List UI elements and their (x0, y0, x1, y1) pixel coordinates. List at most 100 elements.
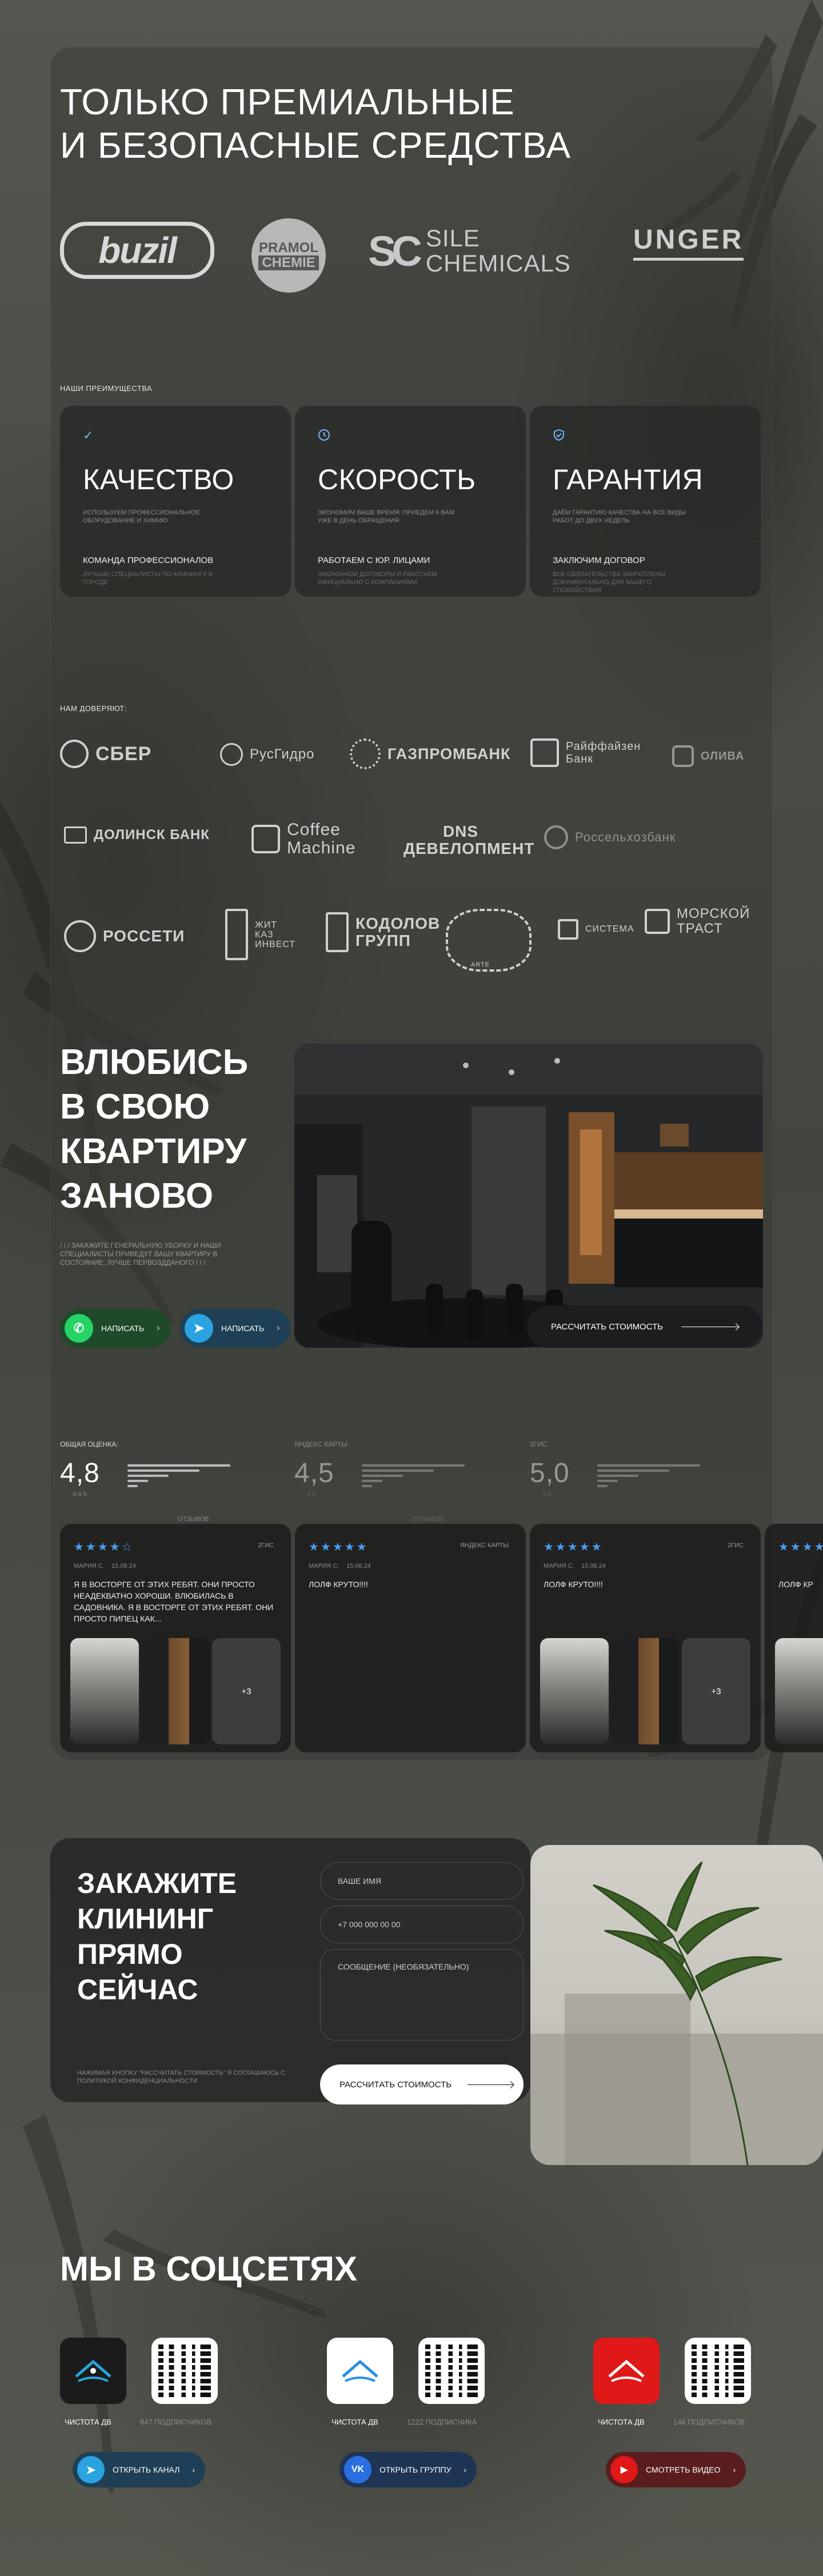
advantage-desc: Даём гарантию качества на все виды работ… (553, 509, 686, 524)
telegram-icon: ➤ (185, 1314, 213, 1343)
qr-code[interactable] (418, 2338, 485, 2404)
more-photos-button[interactable]: +3 (212, 1638, 281, 1744)
review-photo[interactable] (611, 1638, 680, 1744)
brand-unger-text: UNGER (633, 225, 744, 255)
partner-name: ARTE (471, 961, 490, 968)
love-title-line: в свою (60, 1087, 210, 1127)
order-title: Закажите клининг прямо сейчас (77, 1866, 237, 2007)
apartment-photo (294, 1044, 763, 1348)
partner-name: DNS ДЕВЕЛОПМЕНТ (403, 822, 535, 857)
open-channel-button[interactable]: ➤ Открыть канал › (73, 2452, 206, 2487)
partner-name: ОЛИВА (701, 749, 745, 762)
rating-bar (597, 1469, 669, 1472)
chevron-right-icon: › (277, 1323, 280, 1333)
review-photo[interactable] (141, 1638, 210, 1744)
order-title-line: Закажите (77, 1867, 237, 1899)
qr-code[interactable] (151, 2338, 218, 2404)
rating-bar (362, 1485, 372, 1487)
brand-sile-text-2: CHEMICALS (425, 250, 571, 277)
rating-count: 4.5 (307, 1491, 316, 1498)
rating-bars (597, 1464, 700, 1490)
telegram-button[interactable]: ➤ Написать › (180, 1309, 290, 1348)
rating-bar (597, 1475, 638, 1477)
raiffeisen-icon (530, 738, 559, 767)
advantage-subdesc: Лучшие специалисты по клинингу в городе (83, 571, 213, 586)
partner-sistema: СИСТЕМА (558, 919, 634, 940)
rating-bar (127, 1485, 138, 1487)
review-source: 2ГИС (258, 1542, 274, 1549)
advantage-subdesc: Заключаем договоры и работаем официально… (318, 571, 437, 586)
partner-name: МОРСКОЙ ТРАСТ (677, 906, 750, 936)
rating-label: Общая оценка: (60, 1440, 118, 1448)
partner-name: СИСТЕМА (585, 924, 634, 934)
partner-kodolov: КОДОЛОВ ГРУПП (326, 912, 447, 952)
subscriber-count: 847 подписчиков (140, 2418, 212, 2426)
review-photo[interactable] (775, 1638, 823, 1744)
partner-name: ДОЛИНСК БАНК (94, 827, 210, 842)
review-author: Мария С. (309, 1563, 339, 1569)
rating-bar (362, 1475, 403, 1477)
chevron-right-icon: › (192, 2465, 195, 2474)
review-text: Лолф круто!!!! (544, 1580, 603, 1589)
submit-label: Рассчитать стоимость (339, 2079, 452, 2090)
subscriber-count: 146 подписчиков (673, 2418, 745, 2426)
oliva-icon (672, 745, 694, 767)
message-placeholder: Сообщение (необязательно) (338, 1962, 469, 1971)
brand-logo-unger: UNGER (633, 224, 744, 261)
zhitkaz-icon (225, 909, 248, 960)
rating-yandex: Яндекс карты 4,5 4.5 отзывов 141 (294, 1440, 465, 1529)
review-card[interactable]: ★★★★★ Яндекс карты Мария С. 15.08.24 Лол… (295, 1524, 526, 1752)
review-card[interactable]: ★★★★★ 2ГИС Мария С. 15.08.24 Лолф круто!… (530, 1524, 761, 1752)
calculate-cost-button[interactable]: Рассчитать стоимость (527, 1305, 762, 1348)
qr-pattern (425, 2345, 478, 2397)
title-line-1: Только премиальные (60, 81, 515, 122)
rosseti-icon (64, 920, 96, 952)
rushydro-icon (220, 743, 243, 766)
whatsapp-button[interactable]: ✆ Написать › (60, 1309, 170, 1348)
subscriber-count: 1222 подписчика (407, 2418, 477, 2426)
review-author-line: Мария С. 15.08.24 (74, 1563, 136, 1569)
rating-bar (127, 1480, 148, 1482)
advantage-desc: Используем профессиональное оборудование… (83, 509, 200, 524)
whatsapp-icon: ✆ (65, 1314, 93, 1343)
message-field[interactable]: Сообщение (необязательно) (320, 1949, 524, 2040)
palm-photo (530, 1845, 823, 2165)
main-glass-panel (50, 47, 773, 1760)
partner-name: КОДОЛОВ ГРУПП (355, 914, 441, 949)
rosselhozbank-icon (544, 825, 568, 849)
arrow-right-icon (468, 2084, 514, 2085)
review-card[interactable]: ★★★★★ Лолф кр (765, 1524, 823, 1752)
love-title-line: квартиру (60, 1132, 247, 1171)
rating-bar (127, 1464, 230, 1467)
partner-name: Россельхозбанк (575, 830, 676, 844)
review-photo[interactable] (70, 1638, 139, 1744)
rating-overall: Общая оценка: 4,8 4.8 5 отзывов 131 (60, 1440, 230, 1529)
brand-pramol-text-2: CHEMIE (258, 255, 319, 270)
partner-gazprombank: ГАЗПРОМБАНК (350, 738, 510, 769)
watch-video-button[interactable]: ▶ Смотреть видео › (606, 2452, 746, 2487)
whatsapp-label: Написать (101, 1324, 145, 1333)
qr-pattern (692, 2345, 744, 2397)
name-field[interactable]: Ваше имя (320, 1862, 524, 1900)
brand-logo-sile: SC SILE CHEMICALS (368, 226, 571, 276)
telegram-label: Написать (221, 1324, 265, 1333)
brand-buzil-text: buzil (98, 230, 177, 271)
social-vk: Чистота ДВ 1222 подписчика VK Открыть гр… (327, 2338, 516, 2487)
review-text: Лолф круто!!!! (309, 1580, 368, 1589)
youtube-icon: ▶ (610, 2456, 638, 2483)
advantage-title: Скорость (318, 464, 476, 496)
phone-field[interactable]: +7 000 000 00 00 (320, 1906, 524, 1943)
open-group-button[interactable]: VK Открыть группу › (339, 2452, 477, 2487)
more-photos-button[interactable]: +3 (682, 1638, 750, 1744)
brand-logo-buzil: buzil (60, 222, 214, 279)
page-title: Только премиальные и безопасные средства (60, 80, 632, 167)
brand-pramol-text-1: PRAMOL (259, 240, 318, 255)
review-photo[interactable] (540, 1638, 609, 1744)
partners-label: Нам доверяют: (60, 704, 127, 713)
rating-label: 2ГИС (530, 1440, 548, 1448)
partner-dolinsk-bank: ДОЛИНСК БАНК (64, 826, 210, 844)
rating-bar (127, 1469, 199, 1472)
qr-code[interactable] (685, 2338, 751, 2404)
submit-calculate-button[interactable]: Рассчитать стоимость (320, 2064, 524, 2104)
review-card[interactable]: ★★★★☆ 2ГИС Мария С. 15.08.24 Я в восторг… (60, 1524, 291, 1752)
